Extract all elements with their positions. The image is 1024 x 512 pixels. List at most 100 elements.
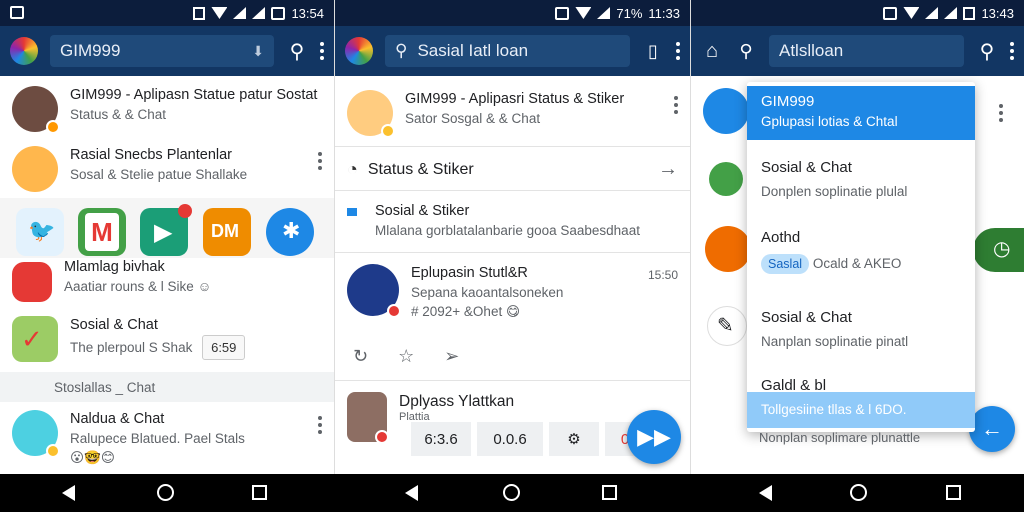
status-title: Status & Stiker <box>367 161 474 178</box>
search-button-icon[interactable]: ⚲ <box>976 39 998 64</box>
mail-app-icon[interactable]: M <box>78 208 126 256</box>
underlay-text: Nonplan soplimare plunattle <box>759 430 921 445</box>
action-row: ↻ ☆ ➢ <box>353 346 459 367</box>
avatar <box>12 410 60 458</box>
star-icon[interactable]: ☆ <box>398 346 414 367</box>
home-nav-icon[interactable] <box>503 484 520 501</box>
green-pill-button[interactable]: ◷ <box>973 228 1024 272</box>
list-item[interactable]: Rasial Snecbs Plantenlar Sosal & Stelie … <box>0 146 334 192</box>
list-item-meta: # 2092+ &Ohet 😋 <box>411 304 521 319</box>
signal-icon <box>925 7 939 19</box>
checkbox-app-icon: ✓ <box>12 316 58 362</box>
list-item[interactable]: Naldua & Chat Ralupece Blatued. Pael Sta… <box>0 410 334 467</box>
more-icon[interactable] <box>318 416 322 434</box>
notification-icon <box>555 6 570 20</box>
list-item[interactable]: Sosial & Stiker Mlalana gorblatalanbarie… <box>335 202 690 240</box>
list-item[interactable]: Mlamlag bivhak Aaatiar rouns & l Sike ☺ <box>0 258 334 302</box>
more-icon[interactable] <box>999 104 1003 122</box>
list-item[interactable]: ✓ Sosial & Chat The plerpoul S Shak 6:59 <box>0 316 334 362</box>
list-item-subtitle: The plerpoul S Shak 6:59 <box>70 335 322 360</box>
dropdown-item[interactable]: Sosial & Chat Donplen soplinatie plulal <box>747 158 975 202</box>
dropdown-item-title: Aothd <box>761 229 801 246</box>
list-item-subtitle: Sosal & Stelie patue Shallake <box>70 167 248 182</box>
app-icon-2[interactable] <box>709 162 743 196</box>
more-icon[interactable] <box>674 96 678 114</box>
search-input[interactable]: Atlslloan <box>769 35 964 67</box>
dropdown-item-subtitle: Ocald & AKEO <box>812 256 902 271</box>
search-icon[interactable]: ⚲ <box>735 41 757 62</box>
system-nav-bar <box>0 474 1024 512</box>
home-icon[interactable]: ⌂ <box>701 40 723 63</box>
panel-right: 13:43 ⌂ ⚲ Atlslloan ⚲ ✎ ◷ ← GIM999 Gplup… <box>690 0 1024 474</box>
recents-icon[interactable] <box>946 485 961 500</box>
status-row[interactable]: ◔ Status & Stiker → <box>335 158 690 181</box>
app-logo-icon[interactable] <box>10 37 38 65</box>
dropdown-item[interactable]: Aothd Saslal Ocald & AKEO <box>747 228 975 274</box>
app-icon-3[interactable] <box>705 226 751 272</box>
list-item-title: GIM999 - Aplipasri Status & Stiker <box>405 91 625 107</box>
screenshot-icon <box>271 6 286 20</box>
list-item-subtitle: Ralupece Blatued. Pael Stals <box>70 431 245 446</box>
back-icon[interactable] <box>759 485 772 501</box>
dropdown-item-title: Sosial & Chat <box>761 159 852 176</box>
dropdown-item-subtitle: Gplupasi lotias & Chtal <box>761 114 898 129</box>
compose-fab[interactable]: ← <box>969 406 1015 452</box>
avatar <box>12 146 58 192</box>
recents-icon[interactable] <box>252 485 267 500</box>
tag-icon <box>347 208 357 216</box>
list-item[interactable]: Eplupasin Stutl&R Sepana kaoantalsoneken… <box>335 264 690 321</box>
pen-icon[interactable]: ✎ <box>707 306 747 346</box>
dm-app-icon[interactable]: DM <box>203 208 251 256</box>
wifi-icon <box>903 7 920 19</box>
dropdown-item-title: GIM999 <box>761 93 815 110</box>
settings-button[interactable]: ⚙ <box>549 422 599 456</box>
back-icon[interactable] <box>405 485 418 501</box>
reply-icon[interactable]: ↻ <box>353 346 368 367</box>
overflow-menu-icon[interactable] <box>1010 42 1014 60</box>
list-item-subtitle: Sator Sosgal & & Chat <box>405 111 541 126</box>
tablet-icon[interactable]: ▯ <box>642 41 664 62</box>
arrow-right-icon[interactable]: → <box>658 158 678 181</box>
list-item-title: Naldua & Chat <box>70 411 165 427</box>
list-item[interactable]: GIM999 - Aplipasri Status & Stiker Sator… <box>335 90 690 138</box>
value-button-2[interactable]: 0.0.6 <box>477 422 543 456</box>
overflow-menu-icon[interactable] <box>320 42 324 60</box>
more-icon[interactable] <box>318 152 322 170</box>
app-bar: ⌂ ⚲ Atlslloan ⚲ <box>691 26 1024 76</box>
twitter-icon[interactable]: 🐦 <box>16 208 64 256</box>
value-button-1[interactable]: 6:3.6 <box>411 422 471 456</box>
app-bar: GIM999 ⬇ ⚲ <box>0 26 334 76</box>
bluetooth-icon[interactable]: ✱ <box>266 208 314 256</box>
search-input-text: GIM999 <box>60 41 121 60</box>
back-icon[interactable] <box>62 485 75 501</box>
list-item-title: GIM999 - Aplipasn Statue patur Sostat <box>70 87 318 103</box>
overflow-menu-icon[interactable] <box>676 42 680 60</box>
dropdown-menu: GIM999 Gplupasi lotias & Chtal Sosial & … <box>747 82 975 432</box>
list-item-subtitle: Sepana kaoantalsoneken <box>411 285 564 300</box>
search-icon[interactable]: ⚲ <box>286 39 308 64</box>
forward-fab[interactable]: ▶▶ <box>627 410 681 464</box>
time-chip[interactable]: 6:59 <box>202 335 246 360</box>
list-item-title: Mlamlag bivhak <box>64 259 165 275</box>
status-icon: ◔ <box>347 159 358 179</box>
recents-icon[interactable] <box>602 485 617 500</box>
home-nav-icon[interactable] <box>850 484 867 501</box>
dropdown-item-highlight[interactable]: Tollgesiine tllas & l 6DO. <box>747 392 975 428</box>
home-nav-icon[interactable] <box>157 484 174 501</box>
app-avatar-icon <box>12 262 52 302</box>
share-icon[interactable]: ➢ <box>444 346 459 367</box>
mic-icon[interactable]: ⬇ <box>252 43 264 60</box>
search-input[interactable]: GIM999 ⬇ <box>50 35 274 67</box>
play-store-icon[interactable]: ▶ <box>140 204 192 256</box>
app-logo-icon[interactable] <box>345 37 373 65</box>
app-icon-1[interactable] <box>703 88 749 134</box>
battery-percent: 71% <box>616 5 643 21</box>
tag-pill[interactable]: Saslal <box>761 254 810 274</box>
avatar <box>12 86 60 134</box>
search-input[interactable]: ⚲ Sasial Iatl loan <box>385 35 630 67</box>
dropdown-item-selected[interactable]: GIM999 Gplupasi lotias & Chtal <box>747 86 975 140</box>
divider <box>335 190 690 191</box>
dropdown-item[interactable]: Sosial & Chat Nanplan soplinatie pinatl <box>747 308 975 352</box>
battery-icon <box>193 6 206 20</box>
list-item[interactable]: GIM999 - Aplipasn Statue patur Sostat St… <box>0 86 334 134</box>
